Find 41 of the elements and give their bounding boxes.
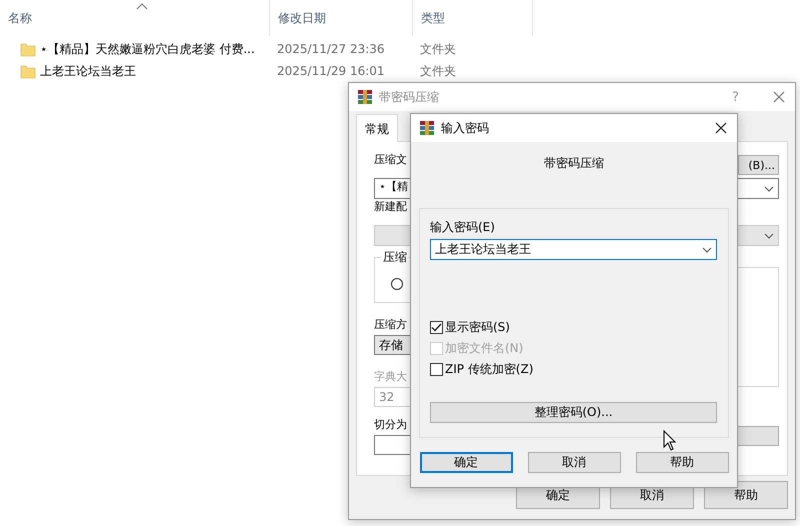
- checkbox[interactable]: [430, 320, 443, 334]
- dialog-button[interactable]: 帮助: [636, 452, 728, 473]
- dialog-button[interactable]: 确定: [420, 452, 512, 473]
- field-label: 新建配: [374, 199, 407, 214]
- field-label: 压缩方: [374, 317, 407, 332]
- file-name[interactable]: ⋆【精品】天然嫩逼粉穴白虎老婆 付费...: [40, 40, 255, 58]
- close-icon[interactable]: [715, 122, 727, 134]
- radio-button[interactable]: [391, 278, 403, 290]
- field-label: 字典大: [374, 369, 407, 384]
- field-label: 切分为: [374, 417, 407, 432]
- field-label: 压缩文: [374, 152, 407, 167]
- chevron-icon: [764, 232, 774, 238]
- archive-icon: [419, 120, 435, 136]
- file-type: 文件夹: [419, 40, 456, 58]
- file-name[interactable]: 上老王论坛当老王: [40, 62, 136, 80]
- column-header[interactable]: 类型: [421, 10, 445, 26]
- checkbox-label[interactable]: 显示密码(S): [445, 318, 510, 336]
- folder-icon: [20, 63, 36, 79]
- checkbox-label[interactable]: ZIP 传统加密(Z): [445, 360, 534, 378]
- dialog-button[interactable]: 帮助: [704, 481, 788, 509]
- chevron-icon: [702, 246, 712, 252]
- sort-caret-icon: [136, 3, 148, 10]
- checkbox[interactable]: [430, 362, 443, 376]
- cursor-icon: [663, 430, 677, 451]
- dialog-heading: 带密码压缩: [543, 155, 605, 172]
- chevron-icon: [764, 186, 774, 192]
- dialog-button[interactable]: 取消: [528, 452, 620, 473]
- browse-button[interactable]: (B)...: [738, 155, 779, 175]
- column-header[interactable]: 修改日期: [278, 10, 326, 26]
- field-label: 输入密码(E): [430, 219, 496, 236]
- archive-icon: [357, 89, 373, 105]
- file-type: 文件夹: [419, 62, 456, 80]
- folder-icon: [20, 41, 36, 57]
- password-field[interactable]: 上老王论坛当老王: [430, 239, 717, 260]
- window-title: 输入密码: [441, 120, 490, 136]
- modified-date: 2025/11/27 23:36: [276, 42, 386, 56]
- manage-passwords-button[interactable]: 整理密码(O)...: [430, 402, 717, 423]
- window-title: 带密码压缩: [379, 88, 440, 106]
- modified-date: 2025/11/29 16:01: [276, 64, 386, 78]
- tab[interactable]: 常规: [356, 114, 398, 142]
- column-header[interactable]: 名称: [8, 10, 32, 26]
